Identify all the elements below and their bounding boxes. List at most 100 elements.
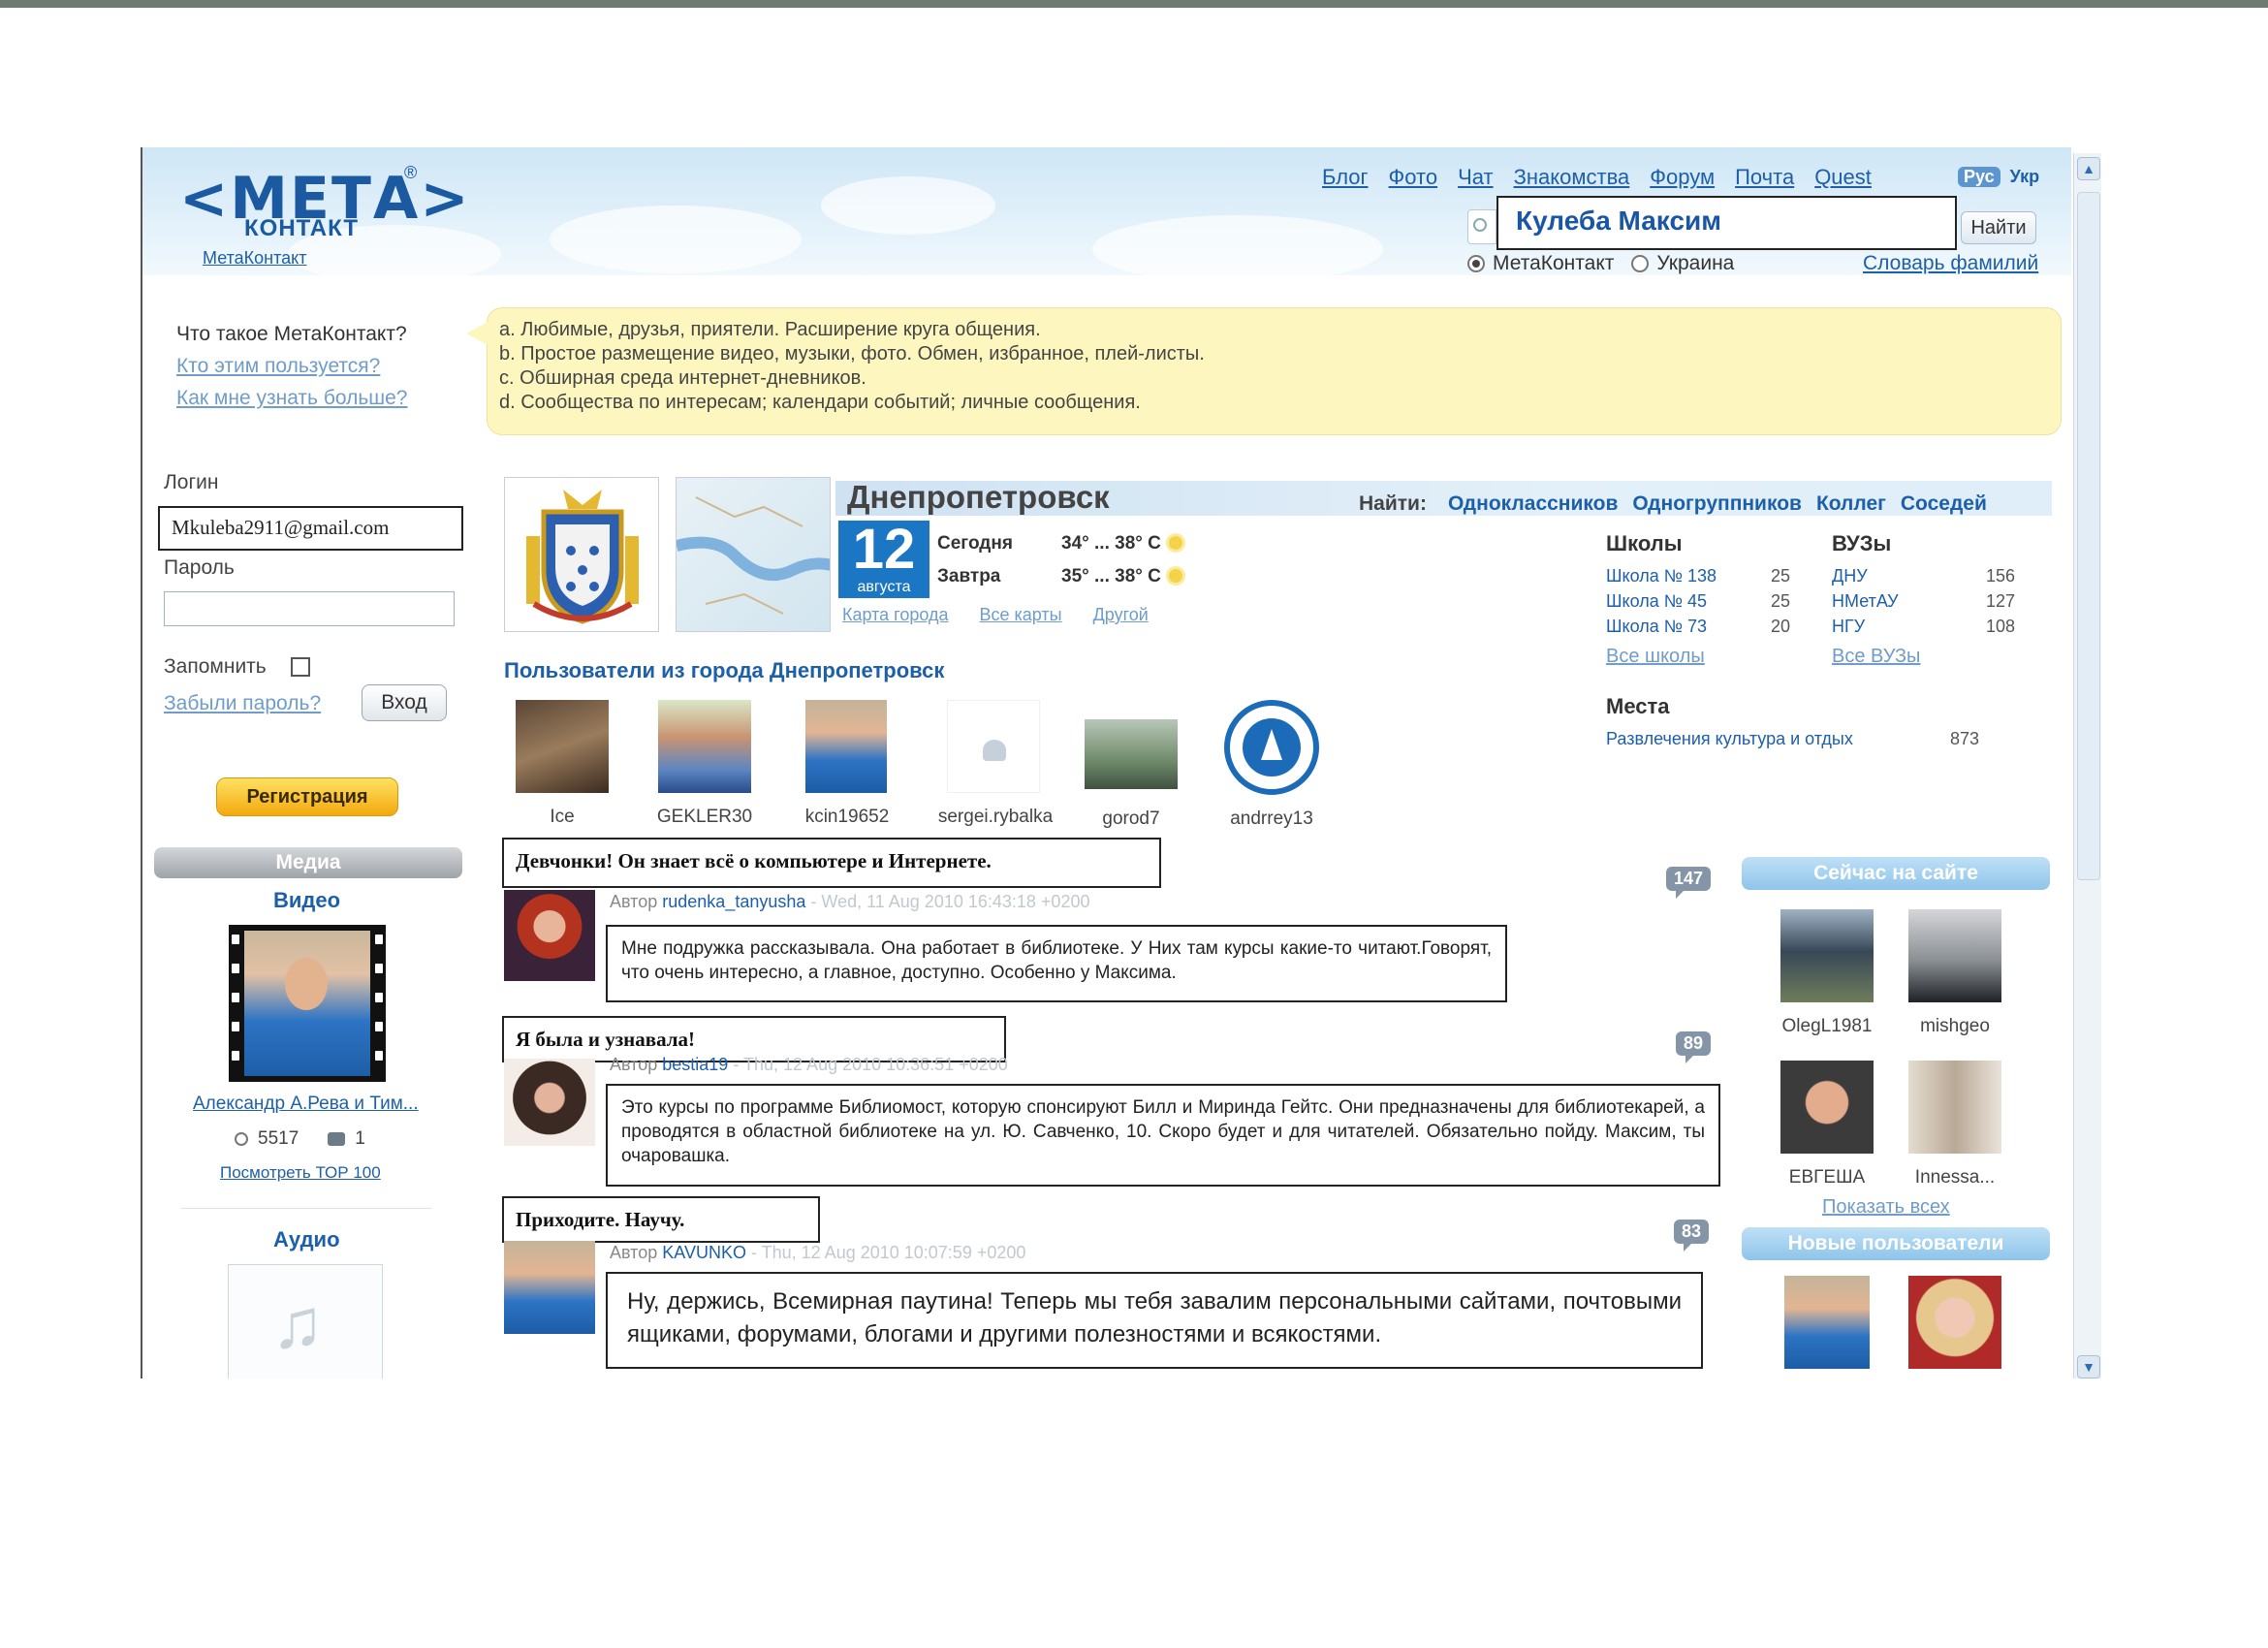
new-user-avatar[interactable] [1908,1276,2001,1369]
radio-icon[interactable] [1631,255,1650,272]
other-city-link[interactable]: Другой [1093,605,1149,625]
university-link[interactable]: НГУ [1832,617,1865,637]
comments-icon [328,1132,346,1146]
surname-dictionary-link[interactable]: Словарь фамилий [1863,252,2038,275]
video-link[interactable]: Александр А.Рева и Тим... [193,1093,419,1115]
scroll-up-icon[interactable]: ▲ [2077,157,2100,180]
film-hole-icon [232,935,239,944]
password-input[interactable] [164,591,455,626]
city-map-thumbnail[interactable] [676,477,831,632]
remember-checkbox[interactable] [291,657,310,677]
scope-option-metacontact[interactable]: МетаКонтакт [1467,252,1614,275]
user-avatar[interactable] [805,700,887,793]
comment-count-badge[interactable]: 89 [1676,1031,1712,1063]
sun-icon [1168,536,1182,550]
register-button[interactable]: Регистрация [216,777,398,816]
online-user-name[interactable]: Innessa... [1897,1167,2013,1188]
find-classmates-link[interactable]: Одноклассников [1448,492,1618,516]
user-name[interactable]: sergei.rybalka [928,807,1063,828]
top100-link[interactable]: Посмотреть ТОР 100 [220,1163,381,1183]
post-title[interactable]: Приходите. Научу. [502,1196,820,1243]
video-title[interactable]: Видео [273,888,340,913]
nav-quest[interactable]: Quest [1814,165,1872,190]
lang-uk[interactable]: Укр [2010,167,2040,187]
online-user-name[interactable]: OlegL1981 [1767,1016,1887,1037]
all-universities-link[interactable]: Все ВУЗы [1832,646,1920,668]
audio-thumbnail[interactable]: ♫ [228,1264,383,1379]
user-name[interactable]: gorod7 [1073,808,1189,830]
login-input[interactable]: Mkuleba2911@gmail.com [158,506,463,551]
city-map-link[interactable]: Карта города [842,605,949,625]
nav-forum[interactable]: Форум [1650,165,1715,190]
show-all-online-link[interactable]: Показать всех [1822,1196,1950,1219]
online-user-name[interactable]: mishgeo [1897,1016,2013,1037]
nav-chat[interactable]: Чат [1458,165,1494,190]
user-name[interactable]: Ice [504,807,620,828]
find-colleagues-link[interactable]: Коллег [1816,492,1886,516]
header: <МЕТА> ® КОНТАКТ МетаКонтакт Блог Фото Ч… [142,147,2071,283]
forgot-password-link[interactable]: Забыли пароль? [164,692,321,715]
post-author-avatar[interactable] [504,890,595,981]
school-link[interactable]: Школа № 138 [1606,566,1717,586]
post-author-avatar[interactable] [504,1241,595,1334]
comment-count-badge[interactable]: 147 [1666,867,1712,899]
who-uses-link[interactable]: Кто этим пользуется? [176,350,407,382]
places-link[interactable]: Развлечения культура и отдых [1606,729,1853,749]
post-author-link[interactable]: KAVUNKO [662,1243,746,1262]
user-avatar[interactable] [658,700,751,793]
radio-checked-icon[interactable] [1467,255,1485,272]
cloud-decoration [821,176,995,235]
scroll-thumb[interactable] [2077,192,2100,880]
user-avatar[interactable] [1085,719,1178,789]
university-link[interactable]: НМетАУ [1832,591,1899,612]
lang-ru[interactable]: Рус [1958,167,2000,187]
user-avatar-placeholder[interactable] [947,700,1040,793]
new-user-avatar[interactable] [1784,1276,1870,1369]
search-input[interactable]: Кулеба Максим [1496,196,1957,250]
online-user-avatar[interactable] [1908,909,2001,1002]
weather-today-temp: 34° ... 38° С [1061,533,1182,555]
nav-mail[interactable]: Почта [1735,165,1794,190]
user-name[interactable]: andrrey13 [1213,808,1330,830]
user-name[interactable]: GEKLER30 [642,807,768,828]
comment-count-badge[interactable]: 83 [1674,1220,1710,1252]
post-author-link[interactable]: rudenka_tanyusha [662,892,805,911]
university-link[interactable]: ДНУ [1832,566,1868,586]
post-author-link[interactable]: bestia19 [662,1055,728,1074]
search-icon-box [1467,209,1496,244]
school-link[interactable]: Школа № 45 [1606,591,1707,612]
online-user-name[interactable]: ЕВГЕША [1767,1167,1887,1188]
remember-label: Запомнить [164,655,267,678]
online-user-avatar[interactable] [1908,1061,2001,1154]
learn-more-link[interactable]: Как мне узнать больше? [176,382,407,414]
search-button[interactable]: Найти [1961,211,2036,244]
user-avatar[interactable] [1224,700,1319,795]
school-count: 25 [1771,591,1791,611]
universities-title: ВУЗы [1832,531,1892,555]
all-schools-link[interactable]: Все школы [1606,646,1705,668]
scope-option-ukraine[interactable]: Украина [1631,252,1734,275]
login-button[interactable]: Вход [362,684,447,721]
logo-link[interactable]: МетаКонтакт [203,248,306,269]
post-title[interactable]: Девчонки! Он знает всё о компьютере и Ин… [502,838,1161,888]
user-avatar[interactable] [516,700,609,793]
find-groupmates-link[interactable]: Одногруппников [1632,492,1802,516]
find-links: Одноклассников Одногруппников Коллег Сос… [1448,492,1987,516]
university-count: 156 [1986,566,2016,586]
online-user-avatar[interactable] [1780,1061,1874,1154]
user-name[interactable]: kcin19652 [787,807,907,828]
film-hole-icon [232,1022,239,1031]
nav-photo[interactable]: Фото [1389,165,1438,190]
nav-blog[interactable]: Блог [1322,165,1369,190]
scroll-down-icon[interactable]: ▼ [2077,1355,2100,1379]
online-header: Сейчас на сайте [1742,857,2050,890]
find-neighbors-link[interactable]: Соседей [1901,492,1987,516]
school-link[interactable]: Школа № 73 [1606,617,1707,637]
nav-dating[interactable]: Знакомства [1514,165,1630,190]
all-maps-link[interactable]: Все карты [980,605,1062,625]
video-thumbnail[interactable] [229,925,386,1082]
audio-title[interactable]: Аудио [273,1227,340,1252]
online-user-avatar[interactable] [1780,909,1874,1002]
post-author-avatar[interactable] [504,1059,595,1146]
vertical-scrollbar[interactable]: ▲ ▼ [2073,153,2101,1379]
